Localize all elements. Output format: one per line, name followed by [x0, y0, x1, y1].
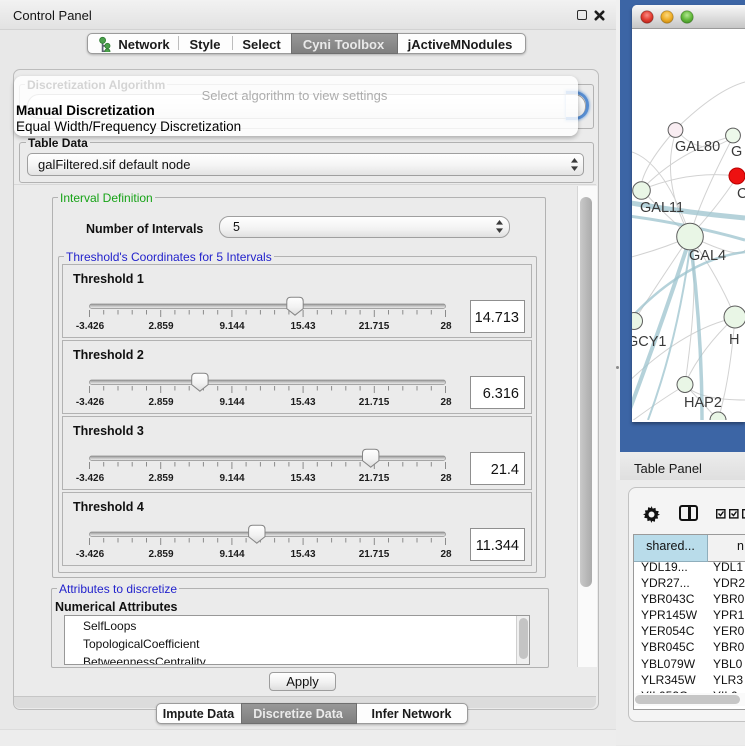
svg-text:H: H [729, 332, 739, 348]
svg-text:GCY1: GCY1 [632, 334, 667, 350]
svg-text:GAL80: GAL80 [675, 139, 720, 155]
svg-text:C: C [737, 186, 745, 202]
svg-text:HAP2: HAP2 [684, 395, 722, 411]
svg-text:GAL4: GAL4 [689, 248, 726, 264]
svg-text:GAL11: GAL11 [640, 200, 684, 216]
svg-text:G: G [731, 144, 742, 160]
